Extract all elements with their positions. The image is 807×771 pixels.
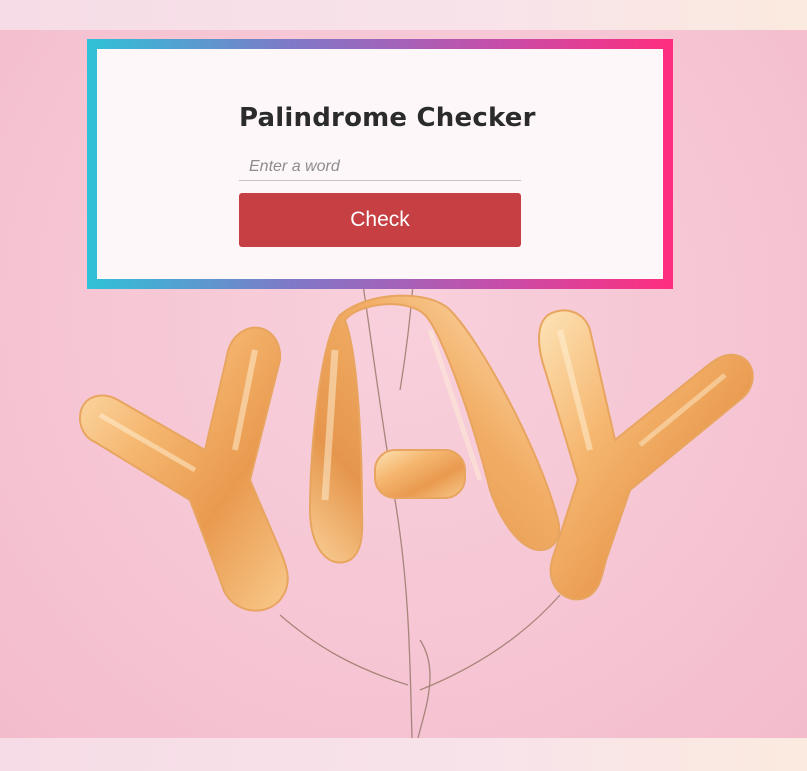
balloon-a xyxy=(308,294,560,564)
checker-card-frame: Palindrome Checker Check xyxy=(87,39,673,289)
checker-card: Palindrome Checker Check xyxy=(97,49,663,279)
word-input[interactable] xyxy=(239,153,521,181)
bottom-strip xyxy=(0,738,807,771)
page-title: Palindrome Checker xyxy=(239,103,536,133)
balloon-y-left xyxy=(79,326,289,612)
top-strip xyxy=(0,0,807,30)
check-button[interactable]: Check xyxy=(239,193,521,247)
balloon-y-right xyxy=(538,309,754,601)
